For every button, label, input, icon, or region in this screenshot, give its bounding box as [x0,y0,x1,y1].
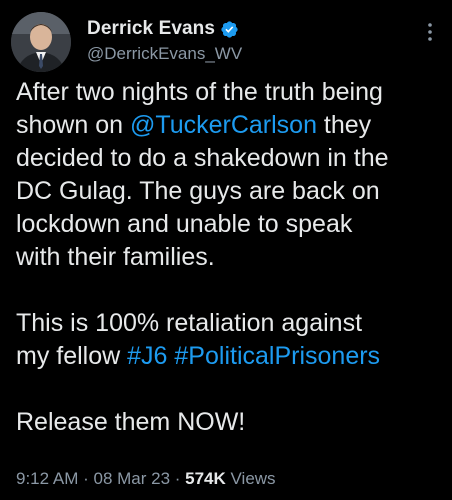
tweet-time[interactable]: 9:12 AM [16,469,78,488]
tweet-line: with their families. [16,243,215,271]
meta-separator: · [78,469,94,488]
author-handle[interactable]: @DerrickEvans_WV [87,44,242,64]
author-info: Derrick Evans @DerrickEvans_WV [87,18,242,64]
hashtag-link[interactable]: #J6 [127,342,167,370]
verified-badge-icon [220,20,239,39]
meta-separator: · [170,469,186,488]
author-display-name[interactable]: Derrick Evans [87,18,215,40]
tweet-line: decided to do a shakedown in the [16,144,389,172]
tweet-paragraph: This is 100% retaliation against my fell… [16,307,446,373]
tweet-line: Release them NOW! [16,408,246,436]
tweet-line: This is 100% retaliation against [16,309,363,337]
tweet-line: my fellow [16,342,128,370]
mention-link[interactable]: @TuckerCarlson [130,111,317,139]
tweet-paragraph: After two nights of the truth being show… [16,76,446,274]
tweet-text: After two nights of the truth being show… [16,76,446,439]
hashtag-link[interactable]: #PoliticalPrisoners [174,342,380,370]
views-label: Views [225,469,276,488]
profile-photo [11,12,71,72]
tweet-line: lockdown and unable to speak [16,210,353,238]
tweet-line: shown on [16,111,130,139]
tweet-line: DC Gulag. The guys are back on [16,177,380,205]
tweet-meta: 9:12 AM · 08 Mar 23 · 574K Views [16,469,276,489]
tweet-paragraph: Release them NOW! [16,406,446,439]
tweet-header: Derrick Evans @DerrickEvans_WV [11,8,452,74]
avatar[interactable] [11,12,71,72]
tweet-line: After two nights of the truth being [16,78,383,106]
tweet-line: they [316,111,372,139]
tweet-date[interactable]: 08 Mar 23 [93,469,170,488]
views-count[interactable]: 574K [185,469,226,488]
more-options-icon[interactable] [420,22,440,42]
